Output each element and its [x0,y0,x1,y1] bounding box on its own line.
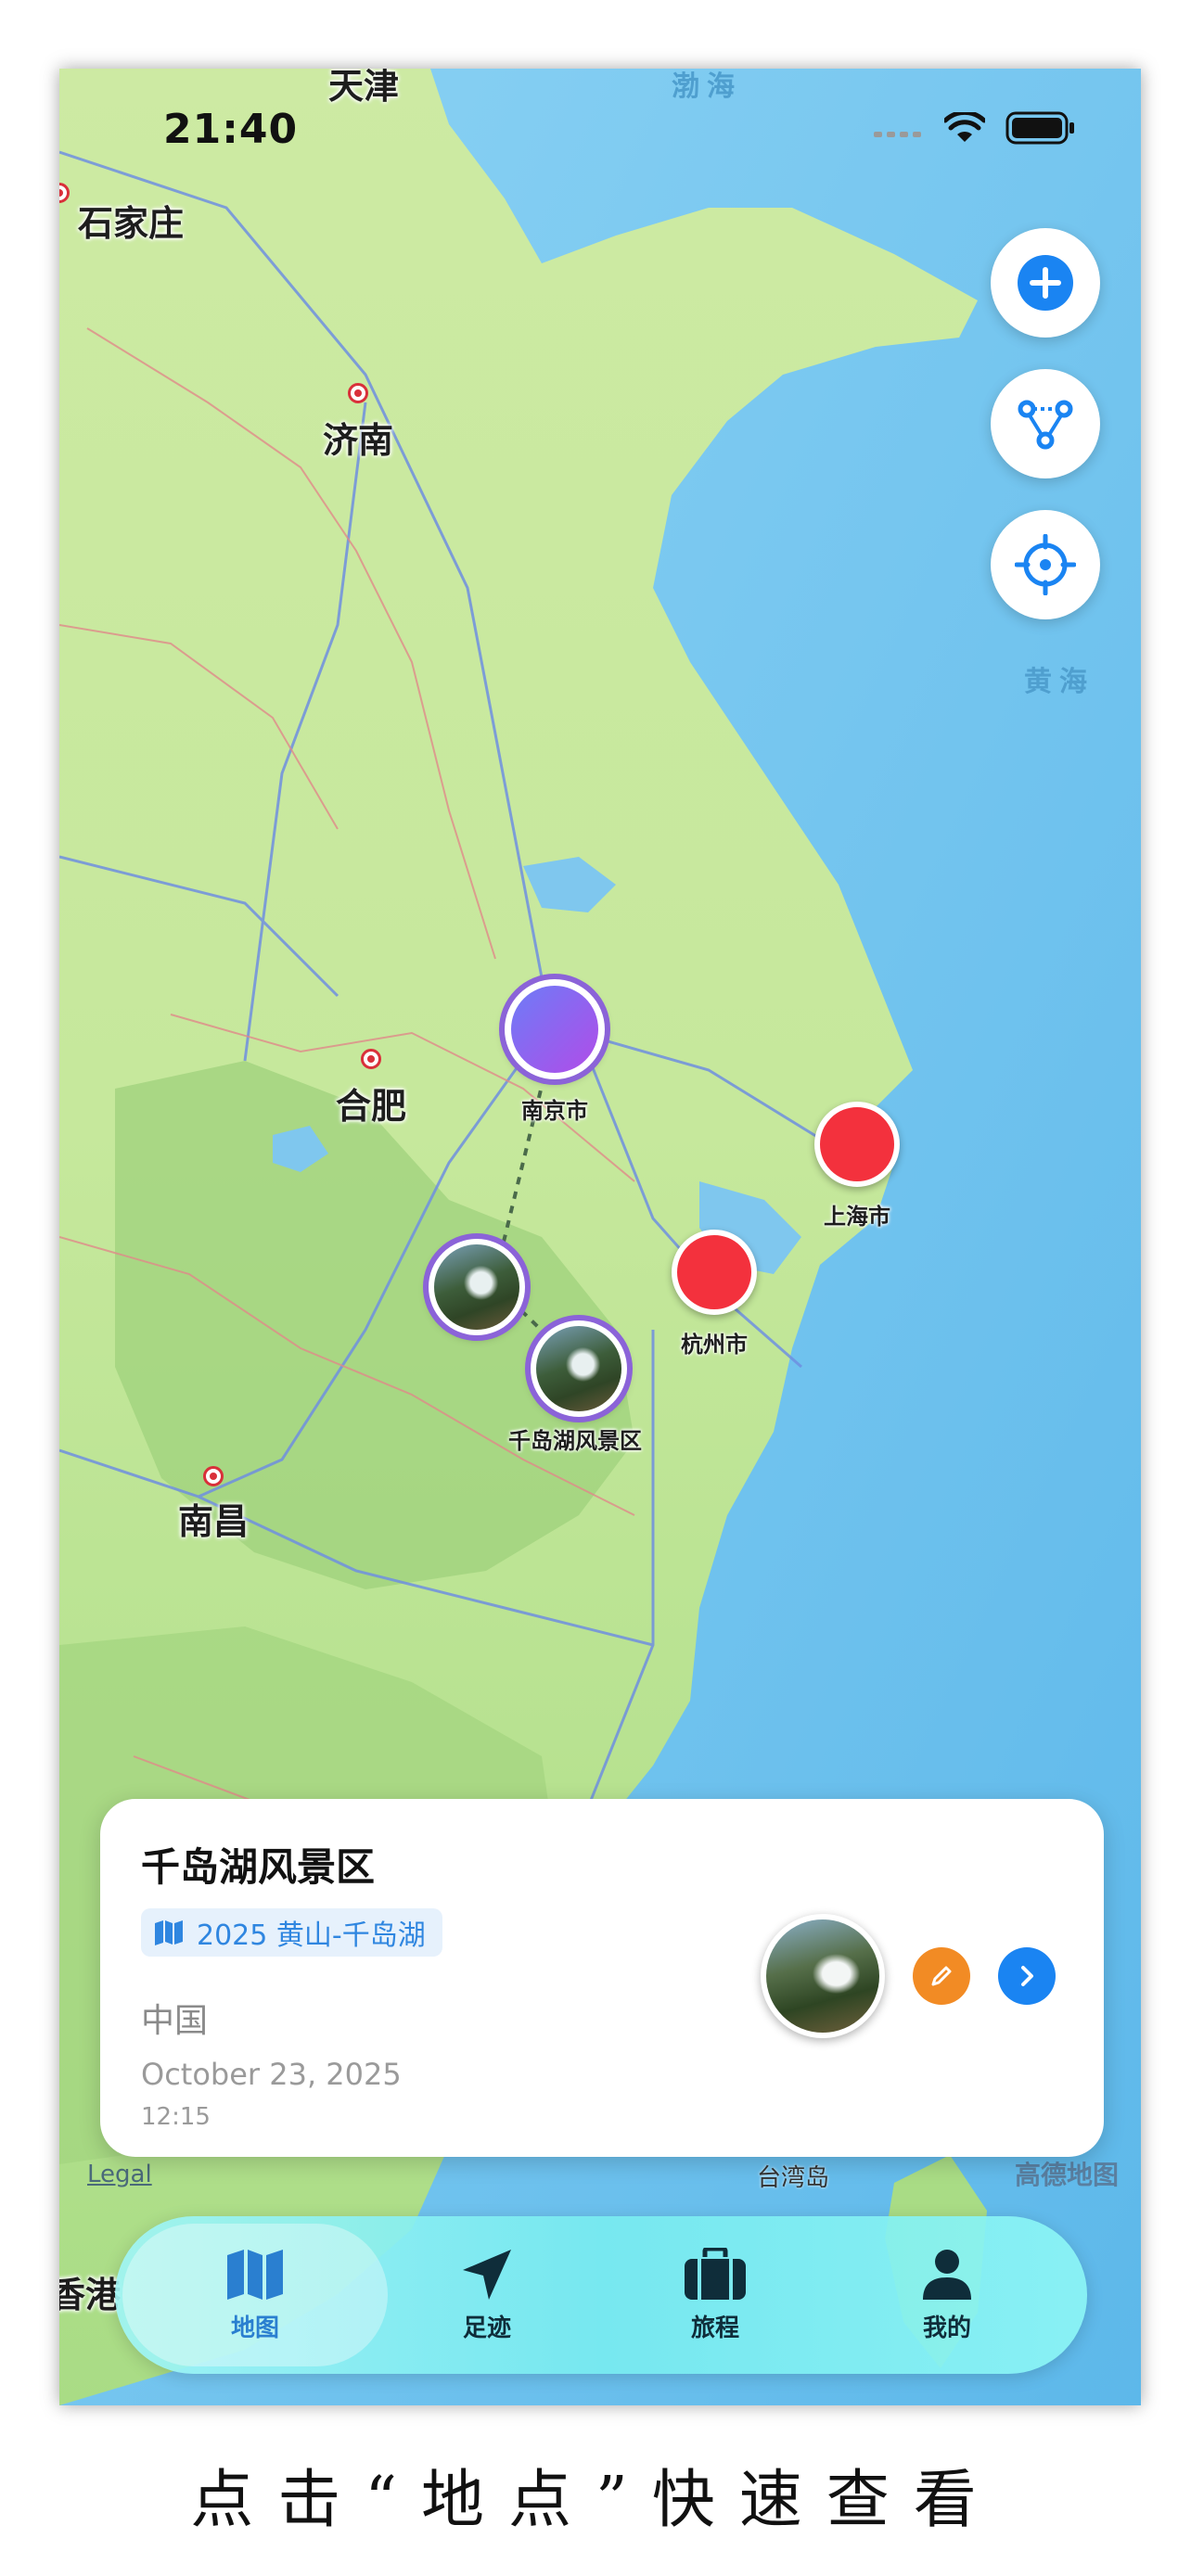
tab-bar: 地图 足迹 旅程 我的 [115,2216,1087,2374]
city-marker [361,1049,381,1069]
tab-map[interactable]: 地图 [122,2224,388,2366]
photo-pin-qiandaohu[interactable] [531,1320,627,1417]
status-time: 21:40 [163,106,299,153]
place-pin-shanghai[interactable] [814,1102,900,1187]
tab-footprints[interactable]: 足迹 [354,2224,620,2366]
legal-link[interactable]: Legal [87,2161,152,2188]
battery-icon [1005,111,1074,145]
status-indicators [874,111,1076,145]
location-arrow-icon [463,2249,511,2300]
place-title: 千岛湖风景区 [141,1844,376,1890]
pin-label-nanjing: 南京市 [521,1098,588,1124]
city-label-hongkong: 香港 [59,2275,122,2315]
locate-me-button[interactable] [991,510,1100,619]
city-label-tianjin: 天津 [328,69,400,107]
city-label-nanchang: 南昌 [178,1501,250,1542]
cellular-signal-icon [874,132,921,137]
pencil-icon [931,1966,952,1986]
open-detail-button[interactable] [998,1947,1056,2005]
photo-pin-huangshan[interactable] [429,1239,525,1335]
route-button[interactable] [991,369,1100,478]
trip-chip[interactable]: 2025 黄山-千岛湖 [141,1908,442,1957]
place-photo-image [766,1919,879,2033]
city-label-jinan: 济南 [323,420,394,461]
pin-photo [434,1244,519,1330]
map-icon [155,1920,183,1945]
place-time: 12:15 [141,2103,211,2131]
phone-frame: 21:40 黄海 渤海 天津 石家庄 济南 合肥 南昌 香港 南京市 上海市 杭… [59,69,1141,2405]
island-label: 台湾岛 [757,2164,830,2192]
tab-label: 地图 [230,2314,279,2342]
sea-label-yellow: 黄海 [1024,666,1095,698]
route-icon [1018,400,1073,450]
crosshair-icon [1015,534,1076,595]
pin-avatar [511,986,598,1073]
tab-label: 我的 [922,2314,971,2342]
city-marker [203,1466,224,1486]
pin-label-hangzhou: 杭州市 [681,1332,748,1358]
tab-profile[interactable]: 我的 [814,2224,1080,2366]
tab-label: 旅程 [690,2314,739,2342]
promo-caption: 点击“地点”快速查看 [190,2464,1001,2537]
chevron-right-icon [1021,1966,1033,1986]
map-icon [227,2249,283,2300]
sea-label-bohai: 渤海 [672,70,742,103]
edit-button[interactable] [913,1947,970,2005]
place-pin-hangzhou[interactable] [672,1230,757,1315]
place-info-card[interactable]: 千岛湖风景区 2025 黄山-千岛湖 中国 October 23, 2025 1… [100,1799,1104,2157]
city-marker [348,383,368,403]
trip-chip-label: 2025 黄山-千岛湖 [197,1919,426,1952]
place-photo[interactable] [761,1914,885,2038]
place-date: October 23, 2025 [141,2057,402,2092]
tab-trips[interactable]: 旅程 [583,2224,848,2366]
pin-photo [536,1326,621,1411]
plus-icon [1018,255,1073,311]
pin-label-qiandaohu: 千岛湖风景区 [508,1428,642,1454]
place-country: 中国 [141,2002,209,2040]
pin-label-shanghai: 上海市 [824,1204,890,1230]
add-place-button[interactable] [991,228,1100,338]
city-label-shijiazhuang: 石家庄 [78,203,185,244]
wifi-icon [944,112,985,142]
tab-label: 足迹 [462,2314,511,2342]
suitcase-icon [685,2247,746,2300]
place-pin-nanjing[interactable] [505,979,605,1079]
person-icon [923,2249,971,2300]
city-label-hefei: 合肥 [336,1086,407,1127]
map-attribution: 高德地图 [1015,2160,1120,2190]
